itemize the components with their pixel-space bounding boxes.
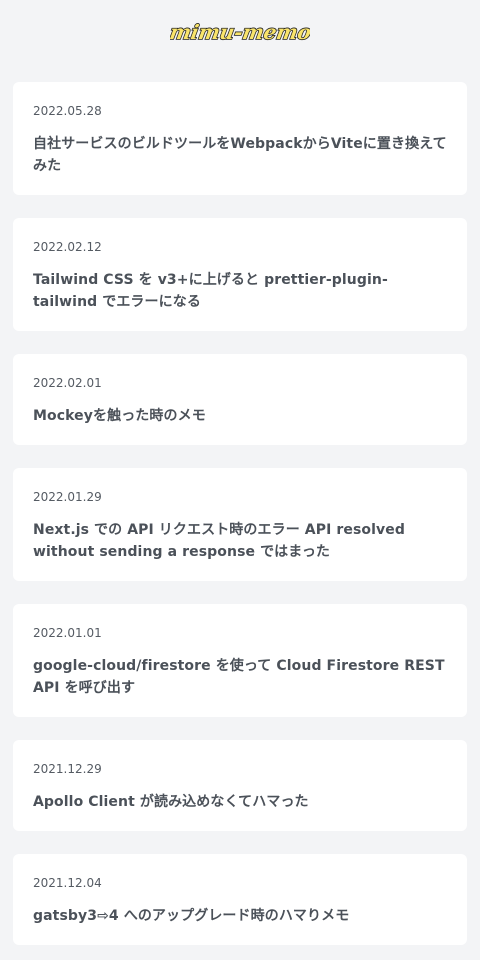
post-title[interactable]: Next.js での API リクエスト時のエラー API resolved w…	[33, 519, 447, 563]
post-date: 2022.01.01	[33, 626, 102, 640]
post-date: 2022.02.12	[33, 240, 102, 254]
post-card[interactable]: 2022.01.01 google-cloud/firestore を使って C…	[13, 604, 467, 717]
post-date: 2022.01.29	[33, 490, 102, 504]
site-logo-text: mimu-memo	[170, 20, 310, 44]
post-title[interactable]: google-cloud/firestore を使って Cloud Firest…	[33, 655, 447, 699]
post-date: 2022.05.28	[33, 104, 102, 118]
post-card[interactable]: 2022.02.12 Tailwind CSS を v3+に上げると prett…	[13, 218, 467, 331]
site-logo[interactable]: mimu-memo	[170, 18, 310, 48]
site-header: mimu-memo	[0, 0, 480, 66]
post-card[interactable]: 2022.01.29 Next.js での API リクエスト時のエラー API…	[13, 468, 467, 581]
post-date: 2022.02.01	[33, 376, 102, 390]
post-card[interactable]: 2022.02.01 Mockeyを触った時のメモ	[13, 354, 467, 445]
post-title[interactable]: Apollo Client が読み込めなくてハマった	[33, 791, 447, 813]
post-title[interactable]: gatsby3⇨4 へのアップグレード時のハマりメモ	[33, 905, 447, 927]
post-title[interactable]: 自社サービスのビルドツールをWebpackからViteに置き換えてみた	[33, 133, 447, 177]
post-date: 2021.12.29	[33, 762, 102, 776]
post-card[interactable]: 2022.05.28 自社サービスのビルドツールをWebpackからViteに置…	[13, 82, 467, 195]
post-date: 2021.12.04	[33, 876, 102, 890]
post-title[interactable]: Tailwind CSS を v3+に上げると prettier-plugin-…	[33, 269, 447, 313]
post-title[interactable]: Mockeyを触った時のメモ	[33, 405, 447, 427]
post-card[interactable]: 2021.12.04 gatsby3⇨4 へのアップグレード時のハマりメモ	[13, 854, 467, 945]
post-card[interactable]: 2021.12.29 Apollo Client が読み込めなくてハマった	[13, 740, 467, 831]
